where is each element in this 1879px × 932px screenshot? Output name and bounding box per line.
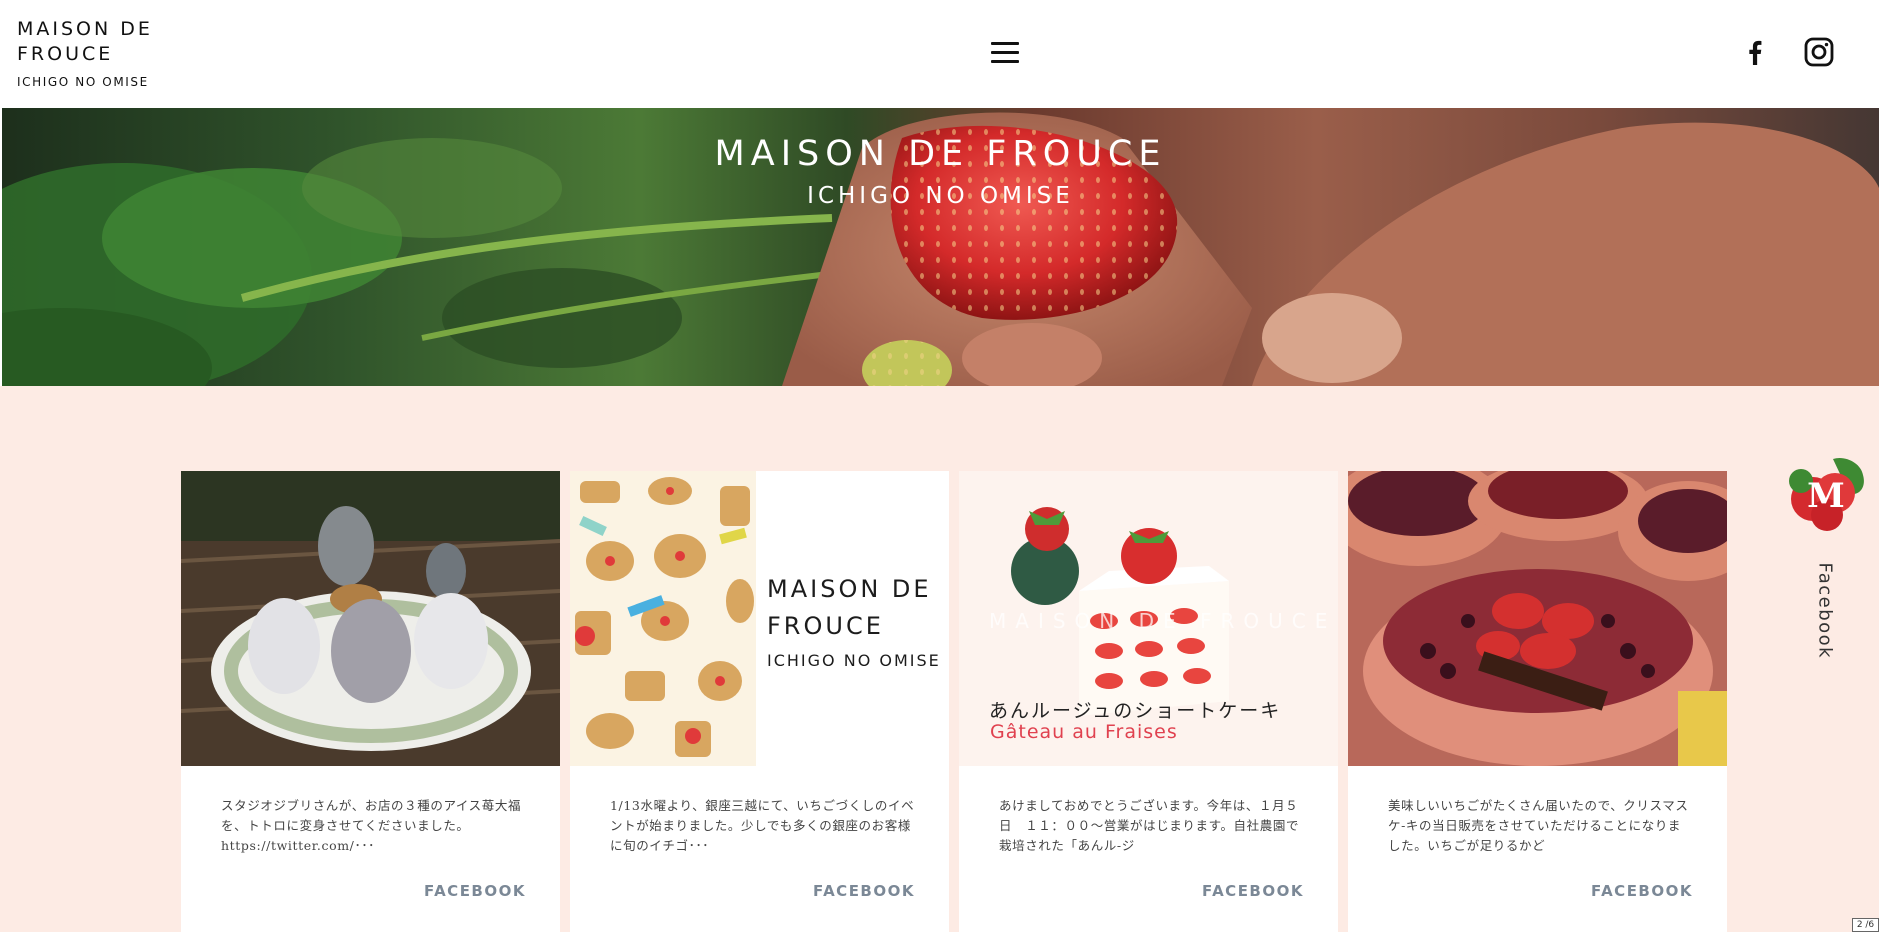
page-indicator: 2 /6 — [1852, 918, 1879, 932]
logo-line-3: ICHIGO NO OMISE — [17, 75, 149, 89]
post-card[interactable]: 美味しいいちごがたくさん届いたので、クリスマスケ-キの当日販売をさせていただける… — [1348, 471, 1727, 932]
image-logo-sub: ICHIGO NO OMISE — [767, 651, 941, 670]
hero-subtitle: ICHIGO NO OMISE — [807, 183, 1074, 209]
source-link-facebook[interactable]: FACEBOOK — [1202, 882, 1304, 900]
source-link-facebook[interactable]: FACEBOOK — [1591, 882, 1693, 900]
brand-strawberry-logo-icon[interactable]: M — [1783, 453, 1869, 535]
side-facebook-label: Facebook — [1814, 562, 1836, 660]
image-watermark: MAISON DE FROUCE — [989, 609, 1337, 633]
image-logo-line-1: MAISON DE — [767, 575, 932, 603]
post-card[interactable]: MAISON DE FROUCE ICHIGO NO OMISE 1/13水曜よ… — [570, 471, 949, 932]
post-image: MAISON DE FROUCE ICHIGO NO OMISE — [570, 471, 949, 766]
menu-icon[interactable] — [991, 42, 1019, 64]
menu-bar — [991, 51, 1019, 54]
post-card[interactable]: MAISON DE FROUCE あんルージュのショートケーキ Gâteau a… — [959, 471, 1338, 932]
hero-banner: MAISON DE FROUCE ICHIGO NO OMISE — [2, 108, 1879, 386]
image-title-fr: Gâteau au Fraises — [990, 721, 1178, 743]
image-logo-text: MAISON DE FROUCE — [767, 571, 932, 645]
post-image: MAISON DE FROUCE あんルージュのショートケーキ Gâteau a… — [959, 471, 1338, 766]
site-logo[interactable]: MAISON DE FROUCE ICHIGO NO OMISE — [17, 17, 167, 90]
source-link-facebook[interactable]: FACEBOOK — [424, 882, 526, 900]
menu-bar — [991, 60, 1019, 63]
hero-title: MAISON DE FROUCE — [714, 134, 1167, 174]
instagram-icon[interactable] — [1804, 37, 1834, 67]
berry-tart-image — [1348, 471, 1727, 766]
post-card[interactable]: スタジオジブリさんが、お店の３種のアイス苺大福を、トトロに変身させてくださいまし… — [181, 471, 560, 932]
image-logo-line-2: FROUCE — [767, 612, 884, 640]
image-title-jp: あんルージュのショートケーキ — [989, 700, 1282, 722]
post-image — [1348, 471, 1727, 766]
side-logo-letter: M — [1807, 476, 1845, 516]
site-header: MAISON DE FROUCE ICHIGO NO OMISE — [0, 0, 1879, 108]
post-excerpt: あけましておめでとうございます。今年は、１月５日 １１：００～営業がはじまります… — [999, 798, 1300, 853]
post-excerpt: スタジオジブリさんが、お店の３種のアイス苺大福を、トトロに変身させてくださいまし… — [221, 798, 522, 853]
logo-line-2: FROUCE — [17, 43, 114, 65]
post-excerpt: 1/13水曜より、銀座三越にて、いちごづくしのイベントが始まりました。少しでも多… — [610, 798, 915, 853]
post-excerpt: 美味しいいちごがたくさん届いたので、クリスマスケ-キの当日販売をさせていただける… — [1388, 798, 1689, 853]
logo-line-1: MAISON DE — [17, 18, 153, 40]
facebook-icon[interactable] — [1748, 36, 1768, 68]
post-image — [181, 471, 560, 766]
totoro-daifuku-image — [181, 471, 560, 766]
source-link-facebook[interactable]: FACEBOOK — [813, 882, 915, 900]
side-facebook-link[interactable]: Facebook — [1813, 562, 1837, 660]
menu-bar — [991, 42, 1019, 45]
